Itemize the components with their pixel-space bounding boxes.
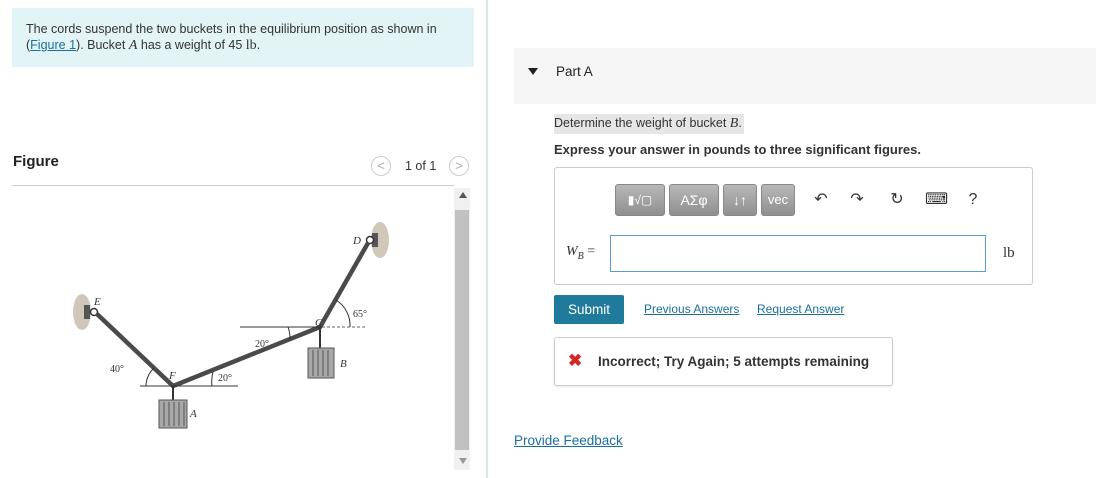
problem-text-end: . (256, 38, 261, 52)
problem-text-mid2: has a weight of 45 (137, 38, 246, 52)
figure-title: Figure (13, 153, 59, 170)
figure-divider (12, 185, 454, 186)
problem-text-line1: The cords suspend the two buckets in the… (26, 22, 437, 36)
answer-input[interactable] (610, 235, 986, 272)
scrollbar-thumb[interactable] (455, 210, 469, 450)
subscript-superscript-button[interactable]: ↓↑ (723, 184, 757, 216)
question-main: Determine the weight of bucket (554, 116, 730, 130)
scroll-down-icon[interactable] (459, 458, 467, 464)
label-e: E (93, 296, 101, 308)
undo-icon[interactable]: ↶ (811, 184, 831, 216)
part-label: Part A (556, 64, 593, 79)
var-w: W (566, 244, 578, 259)
label-a: A (189, 408, 197, 420)
reset-icon[interactable]: ↻ (887, 184, 907, 216)
label-d: D (352, 235, 361, 247)
collapse-caret-icon[interactable] (528, 68, 538, 75)
figure-diagram: E D F C A B 65° 20° 40° 20° (73, 222, 389, 429)
question-end: . (738, 116, 742, 130)
angle-65: 65° (353, 309, 367, 320)
question-text: Determine the weight of bucket B. (554, 114, 744, 134)
angle-20-f: 20° (218, 373, 232, 384)
pane-divider[interactable] (486, 0, 488, 478)
templates-button[interactable]: ▮√▢ (615, 184, 665, 216)
figure-link[interactable]: Figure 1 (30, 38, 76, 52)
scroll-up-icon[interactable] (459, 192, 467, 198)
prev-figure-button[interactable]: < (371, 156, 391, 176)
problem-statement: The cords suspend the two buckets in the… (12, 8, 474, 67)
bucket-b (307, 327, 335, 379)
feedback-text: Incorrect; Try Again; 5 attempts remaini… (598, 354, 870, 369)
redo-icon[interactable]: ↷ (847, 184, 867, 216)
weight-unit: lb (245, 38, 257, 53)
label-f: F (168, 370, 176, 382)
part-a-header[interactable] (514, 48, 1096, 104)
submit-button[interactable]: Submit (554, 295, 624, 324)
answer-instructions: Express your answer in pounds to three s… (554, 142, 921, 157)
vector-button[interactable]: vec (761, 184, 795, 216)
greek-symbols-button[interactable]: ΑΣφ (669, 184, 719, 216)
problem-text-mid: ). Bucket (76, 38, 129, 52)
answer-variable-label: WB = (566, 244, 595, 262)
answer-unit: lb (1003, 245, 1015, 261)
label-c: C (315, 317, 323, 329)
help-icon[interactable]: ? (963, 184, 983, 216)
provide-feedback-link[interactable]: Provide Feedback (514, 433, 623, 448)
label-b: B (340, 358, 347, 370)
equals: = (583, 244, 596, 259)
angle-40: 40° (110, 364, 124, 375)
incorrect-icon: ✖ (568, 351, 583, 370)
figure-pager: 1 of 1 (405, 159, 437, 173)
next-figure-button[interactable]: > (449, 156, 469, 176)
bucket-a (158, 386, 188, 429)
angle-20-c: 20° (255, 339, 269, 350)
support-d (365, 222, 389, 258)
keyboard-icon[interactable]: ⌨ (925, 184, 948, 216)
previous-answers-link[interactable]: Previous Answers (644, 302, 739, 316)
request-answer-link[interactable]: Request Answer (757, 302, 844, 316)
